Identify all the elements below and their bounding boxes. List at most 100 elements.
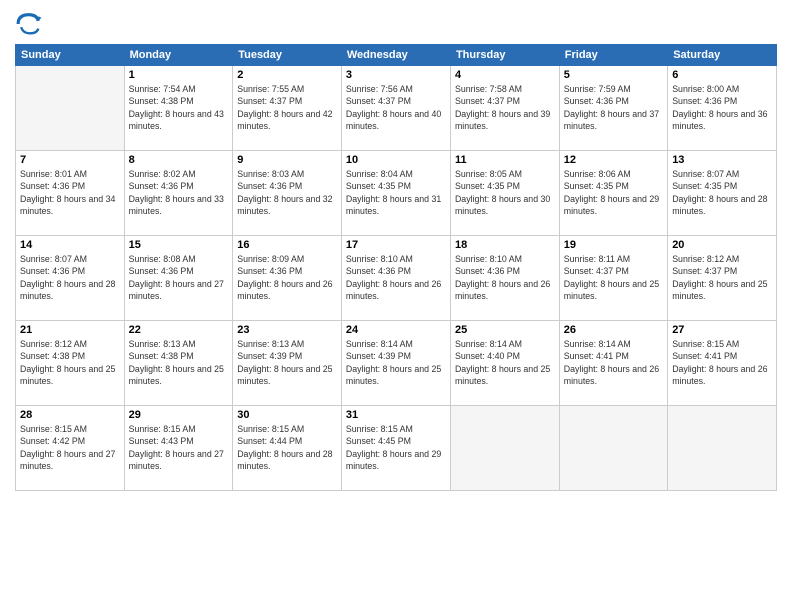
day-info: Sunrise: 8:03 AMSunset: 4:36 PMDaylight:… [237,168,337,217]
day-cell: 24 Sunrise: 8:14 AMSunset: 4:39 PMDayligh… [341,321,450,406]
day-info: Sunrise: 7:54 AMSunset: 4:38 PMDaylight:… [129,83,229,132]
day-number: 31 [346,409,446,421]
day-info: Sunrise: 8:15 AMSunset: 4:45 PMDaylight:… [346,423,446,472]
day-info: Sunrise: 8:08 AMSunset: 4:36 PMDaylight:… [129,253,229,302]
day-info: Sunrise: 8:15 AMSunset: 4:41 PMDaylight:… [672,338,772,387]
day-cell: 21Sunrise: 8:12 AMSunset: 4:38 PMDayligh… [16,321,125,406]
day-number: 11 [455,154,555,166]
day-number: 10 [346,154,446,166]
day-number: 15 [129,239,229,251]
day-cell: 20 Sunrise: 8:12 AMSunset: 4:37 PMDayligh… [668,236,777,321]
day-cell: 22 Sunrise: 8:13 AMSunset: 4:38 PMDayligh… [124,321,233,406]
day-cell: 5 Sunrise: 7:59 AMSunset: 4:36 PMDaylight… [559,66,667,151]
day-info: Sunrise: 8:15 AMSunset: 4:44 PMDaylight:… [237,423,337,472]
day-number: 13 [672,154,772,166]
day-number: 30 [237,409,337,421]
day-cell: 4 Sunrise: 7:58 AMSunset: 4:37 PMDaylight… [450,66,559,151]
calendar: SundayMondayTuesdayWednesdayThursdayFrid… [15,44,777,491]
day-info: Sunrise: 8:06 AMSunset: 4:35 PMDaylight:… [564,168,663,217]
day-info: Sunrise: 7:56 AMSunset: 4:37 PMDaylight:… [346,83,446,132]
day-info: Sunrise: 8:12 AMSunset: 4:37 PMDaylight:… [672,253,772,302]
day-number: 8 [129,154,229,166]
day-number: 5 [564,69,663,81]
day-cell: 13 Sunrise: 8:07 AMSunset: 4:35 PMDayligh… [668,151,777,236]
day-info: Sunrise: 8:15 AMSunset: 4:42 PMDaylight:… [20,423,120,472]
day-number: 25 [455,324,555,336]
day-info: Sunrise: 8:07 AMSunset: 4:35 PMDaylight:… [672,168,772,217]
day-cell: 11 Sunrise: 8:05 AMSunset: 4:35 PMDayligh… [450,151,559,236]
weekday-header-friday: Friday [559,45,667,66]
day-info: Sunrise: 8:00 AMSunset: 4:36 PMDaylight:… [672,83,772,132]
day-number: 6 [672,69,772,81]
day-number: 4 [455,69,555,81]
day-cell: 15 Sunrise: 8:08 AMSunset: 4:36 PMDayligh… [124,236,233,321]
day-cell: 23Sunrise: 8:13 AMSunset: 4:39 PMDayligh… [233,321,342,406]
day-cell: 14Sunrise: 8:07 AMSunset: 4:36 PMDayligh… [16,236,125,321]
day-cell: 1 Sunrise: 7:54 AMSunset: 4:38 PMDaylight… [124,66,233,151]
day-info: Sunrise: 8:02 AMSunset: 4:36 PMDaylight:… [129,168,229,217]
day-info: Sunrise: 8:13 AMSunset: 4:39 PMDaylight:… [237,338,337,387]
week-row-1: 1 Sunrise: 7:54 AMSunset: 4:38 PMDaylight… [16,66,777,151]
day-info: Sunrise: 7:58 AMSunset: 4:37 PMDaylight:… [455,83,555,132]
week-row-2: 7Sunrise: 8:01 AMSunset: 4:36 PMDaylight… [16,151,777,236]
day-info: Sunrise: 8:14 AMSunset: 4:41 PMDaylight:… [564,338,663,387]
day-info: Sunrise: 7:55 AMSunset: 4:37 PMDaylight:… [237,83,337,132]
weekday-header-saturday: Saturday [668,45,777,66]
day-number: 2 [237,69,337,81]
day-cell: 19 Sunrise: 8:11 AMSunset: 4:37 PMDayligh… [559,236,667,321]
day-number: 3 [346,69,446,81]
page: SundayMondayTuesdayWednesdayThursdayFrid… [0,0,792,612]
day-cell [559,406,667,491]
day-info: Sunrise: 8:04 AMSunset: 4:35 PMDaylight:… [346,168,446,217]
day-info: Sunrise: 8:11 AMSunset: 4:37 PMDaylight:… [564,253,663,302]
day-cell: 8 Sunrise: 8:02 AMSunset: 4:36 PMDaylight… [124,151,233,236]
day-cell: 10 Sunrise: 8:04 AMSunset: 4:35 PMDayligh… [341,151,450,236]
day-number: 16 [237,239,337,251]
day-number: 18 [455,239,555,251]
day-number: 9 [237,154,337,166]
day-cell: 27 Sunrise: 8:15 AMSunset: 4:41 PMDayligh… [668,321,777,406]
day-info: Sunrise: 8:05 AMSunset: 4:35 PMDaylight:… [455,168,555,217]
day-number: 1 [129,69,229,81]
header [15,10,777,38]
day-number: 7 [20,154,120,166]
weekday-header-monday: Monday [124,45,233,66]
day-cell: 12 Sunrise: 8:06 AMSunset: 4:35 PMDayligh… [559,151,667,236]
day-number: 26 [564,324,663,336]
day-info: Sunrise: 8:15 AMSunset: 4:43 PMDaylight:… [129,423,229,472]
day-info: Sunrise: 8:13 AMSunset: 4:38 PMDaylight:… [129,338,229,387]
day-cell [450,406,559,491]
day-cell: 16 Sunrise: 8:09 AMSunset: 4:36 PMDayligh… [233,236,342,321]
day-info: Sunrise: 8:14 AMSunset: 4:40 PMDaylight:… [455,338,555,387]
weekday-header-wednesday: Wednesday [341,45,450,66]
day-info: Sunrise: 7:59 AMSunset: 4:36 PMDaylight:… [564,83,663,132]
day-info: Sunrise: 8:09 AMSunset: 4:36 PMDaylight:… [237,253,337,302]
day-number: 24 [346,324,446,336]
day-cell: 17Sunrise: 8:10 AMSunset: 4:36 PMDayligh… [341,236,450,321]
day-cell: 2 Sunrise: 7:55 AMSunset: 4:37 PMDaylight… [233,66,342,151]
week-row-3: 14Sunrise: 8:07 AMSunset: 4:36 PMDayligh… [16,236,777,321]
day-cell: 9 Sunrise: 8:03 AMSunset: 4:36 PMDaylight… [233,151,342,236]
week-row-5: 28 Sunrise: 8:15 AMSunset: 4:42 PMDayligh… [16,406,777,491]
weekday-header-thursday: Thursday [450,45,559,66]
day-cell: 3 Sunrise: 7:56 AMSunset: 4:37 PMDaylight… [341,66,450,151]
day-cell: 6 Sunrise: 8:00 AMSunset: 4:36 PMDaylight… [668,66,777,151]
day-info: Sunrise: 8:14 AMSunset: 4:39 PMDaylight:… [346,338,446,387]
day-cell: 28 Sunrise: 8:15 AMSunset: 4:42 PMDayligh… [16,406,125,491]
week-row-4: 21Sunrise: 8:12 AMSunset: 4:38 PMDayligh… [16,321,777,406]
day-info: Sunrise: 8:07 AMSunset: 4:36 PMDaylight:… [20,253,120,302]
day-number: 19 [564,239,663,251]
day-number: 22 [129,324,229,336]
day-cell [668,406,777,491]
day-number: 20 [672,239,772,251]
day-info: Sunrise: 8:10 AMSunset: 4:36 PMDaylight:… [455,253,555,302]
day-number: 28 [20,409,120,421]
day-cell: 30 Sunrise: 8:15 AMSunset: 4:44 PMDayligh… [233,406,342,491]
day-number: 12 [564,154,663,166]
day-info: Sunrise: 8:12 AMSunset: 4:38 PMDaylight:… [20,338,120,387]
weekday-header-row: SundayMondayTuesdayWednesdayThursdayFrid… [16,45,777,66]
day-number: 17 [346,239,446,251]
day-number: 27 [672,324,772,336]
day-cell: 7Sunrise: 8:01 AMSunset: 4:36 PMDaylight… [16,151,125,236]
weekday-header-sunday: Sunday [16,45,125,66]
